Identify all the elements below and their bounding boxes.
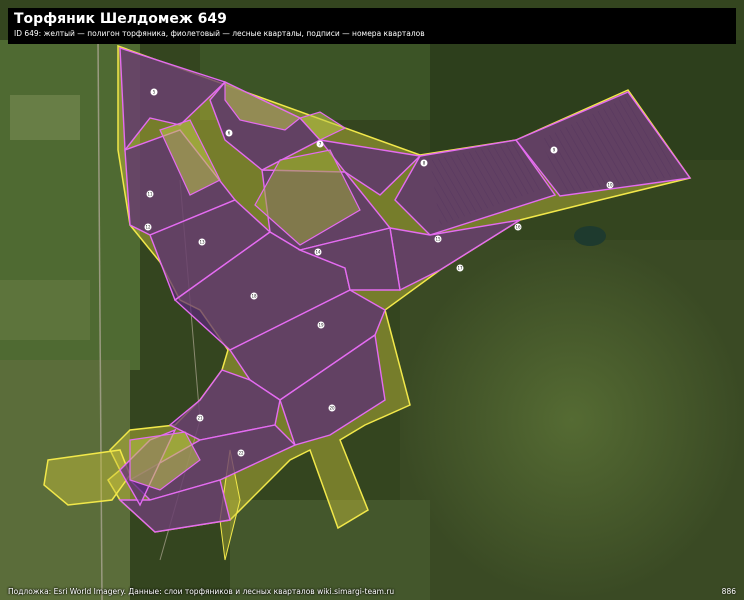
map-canvas[interactable]: 5 6 7 8 9 10 11 12 13 14 15 16 17 18 19 … [0, 0, 744, 600]
svg-text:8: 8 [423, 161, 426, 166]
quarter-label: 6 [225, 129, 233, 137]
quarter-label: 17 [456, 264, 464, 272]
svg-text:5: 5 [153, 90, 156, 95]
svg-text:6: 6 [228, 131, 231, 136]
quarter-label: 21 [196, 414, 204, 422]
quarter-label: 15 [434, 235, 442, 243]
svg-text:21: 21 [197, 416, 203, 421]
svg-text:9: 9 [553, 148, 556, 153]
quarter-label: 23 [713, 592, 719, 597]
map-subtitle: ID 649: желтый — полигон торфяника, фиол… [14, 29, 425, 38]
map-header: Торфяник Шелдомеж 649 ID 649: желтый — п… [8, 8, 736, 44]
quarter-label: 10 [606, 181, 614, 189]
map-title: Торфяник Шелдомеж 649 [14, 11, 227, 27]
svg-text:14: 14 [315, 250, 321, 255]
svg-text:12: 12 [145, 225, 151, 230]
quarter-label: 9 [550, 146, 558, 154]
svg-text:7: 7 [319, 142, 322, 147]
quarter-label: 12 [144, 223, 152, 231]
quarter-label: 11 [146, 190, 154, 198]
svg-text:11: 11 [147, 192, 153, 197]
quarter-label: 18 [250, 292, 258, 300]
attribution-text: Подложка: Esri World Imagery. Данные: сл… [8, 587, 395, 596]
quarter-label: 13 [198, 238, 206, 246]
quarter-label: 22 [237, 449, 245, 457]
quarter-label: 5 [150, 88, 158, 96]
quarter-label: 8 [420, 159, 428, 167]
svg-text:16: 16 [515, 225, 521, 230]
quarter-label: 19 [317, 321, 325, 329]
quarter-label: 7 [316, 140, 324, 148]
svg-text:22: 22 [238, 451, 244, 456]
quarter-label: 20 [328, 404, 336, 412]
quarter-label: 14 [314, 248, 322, 256]
lake [574, 226, 606, 246]
page-number: 886 [721, 587, 736, 596]
svg-text:19: 19 [318, 323, 324, 328]
svg-text:10: 10 [607, 183, 613, 188]
svg-text:13: 13 [199, 240, 205, 245]
svg-text:20: 20 [329, 406, 335, 411]
svg-text:15: 15 [435, 237, 441, 242]
quarter-label: 16 [514, 223, 522, 231]
svg-text:18: 18 [251, 294, 257, 299]
svg-text:17: 17 [457, 266, 463, 271]
